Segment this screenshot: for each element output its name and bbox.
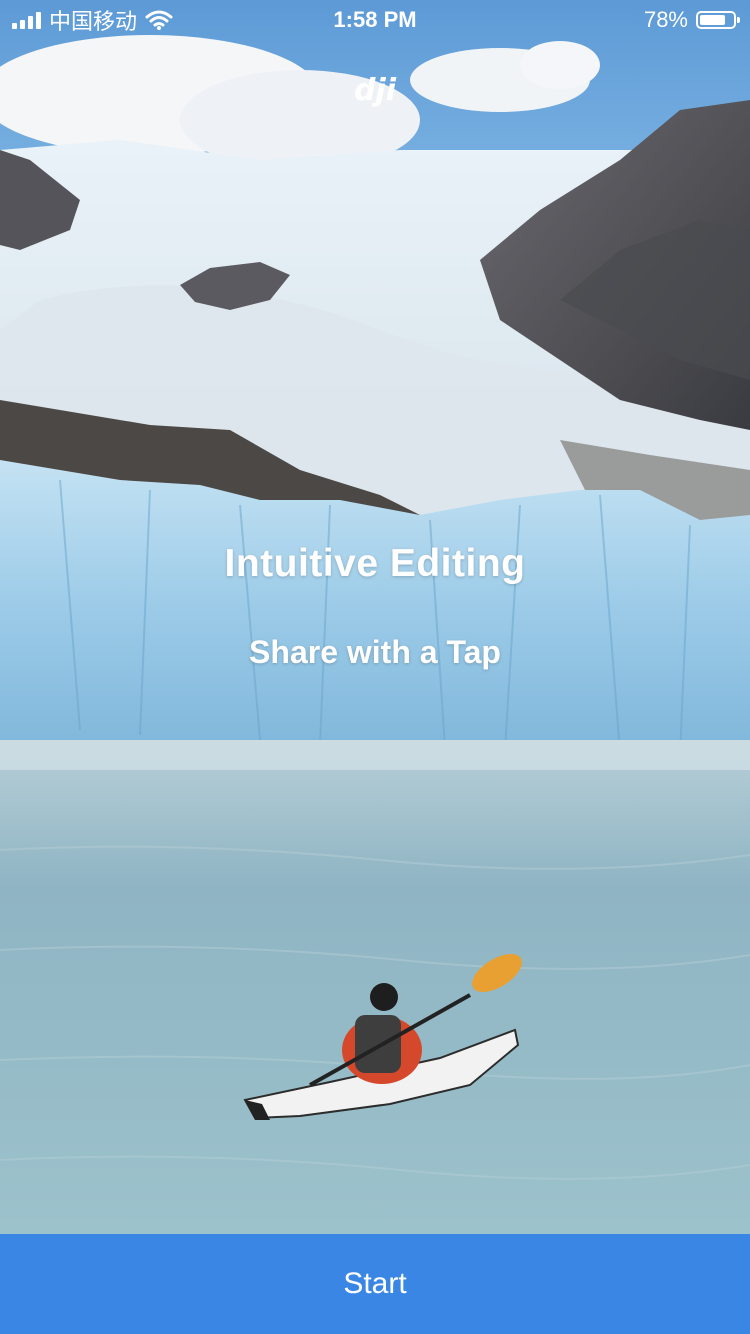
battery-percent: 78% xyxy=(643,7,688,32)
svg-text:dji: dji xyxy=(354,73,397,108)
status-time: 1:58 PM xyxy=(333,7,417,32)
start-button[interactable]: Start xyxy=(0,1234,750,1334)
onboarding-headline: Intuitive Editing xyxy=(224,542,526,585)
dji-logo-icon: dji xyxy=(354,73,397,108)
onboarding-subhead: Share with a Tap xyxy=(249,634,501,670)
status-right: 78% xyxy=(643,6,740,34)
battery-fill xyxy=(700,15,725,25)
battery-icon xyxy=(696,11,740,29)
background-photo xyxy=(0,0,750,1234)
battery-tip xyxy=(737,17,740,23)
status-bar: 中国移动 1:58 PM 78% xyxy=(0,0,750,40)
onboarding-screen: 中国移动 1:58 PM 78% dji Intuitive Editing S… xyxy=(0,0,750,1334)
